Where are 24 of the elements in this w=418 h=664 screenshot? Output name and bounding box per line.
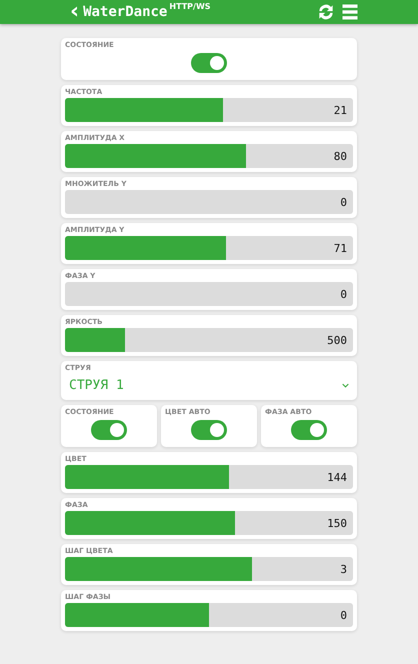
app-title: WaterDance bbox=[83, 3, 168, 22]
connection-label: HTTP/WS bbox=[169, 2, 211, 12]
slider-value: 0 bbox=[340, 608, 348, 622]
slider[interactable]: 21 bbox=[65, 98, 353, 122]
toggle-switch[interactable] bbox=[191, 53, 227, 73]
slider-value: 144 bbox=[327, 470, 348, 484]
slider[interactable]: 0 bbox=[65, 603, 353, 627]
chevron-down-icon bbox=[342, 382, 349, 388]
slider[interactable]: 71 bbox=[65, 236, 353, 260]
slider[interactable]: 150 bbox=[65, 511, 353, 535]
slider-value: 500 bbox=[327, 334, 348, 346]
slider[interactable]: 144 bbox=[65, 465, 353, 489]
toggle-switch[interactable] bbox=[291, 420, 327, 440]
slider-value: 150 bbox=[327, 516, 348, 530]
menu-icon[interactable] bbox=[340, 2, 360, 22]
slider[interactable]: 500 bbox=[65, 328, 353, 352]
slider-value: 21 bbox=[334, 104, 348, 116]
toggle-switch[interactable] bbox=[191, 420, 227, 440]
slider[interactable]: 3 bbox=[65, 557, 353, 581]
slider-value: 3 bbox=[340, 562, 348, 576]
slider[interactable]: 80 bbox=[65, 144, 353, 168]
slider-value: 80 bbox=[334, 150, 348, 162]
toggle-switch[interactable] bbox=[91, 420, 127, 440]
slider-value: 71 bbox=[334, 242, 348, 254]
